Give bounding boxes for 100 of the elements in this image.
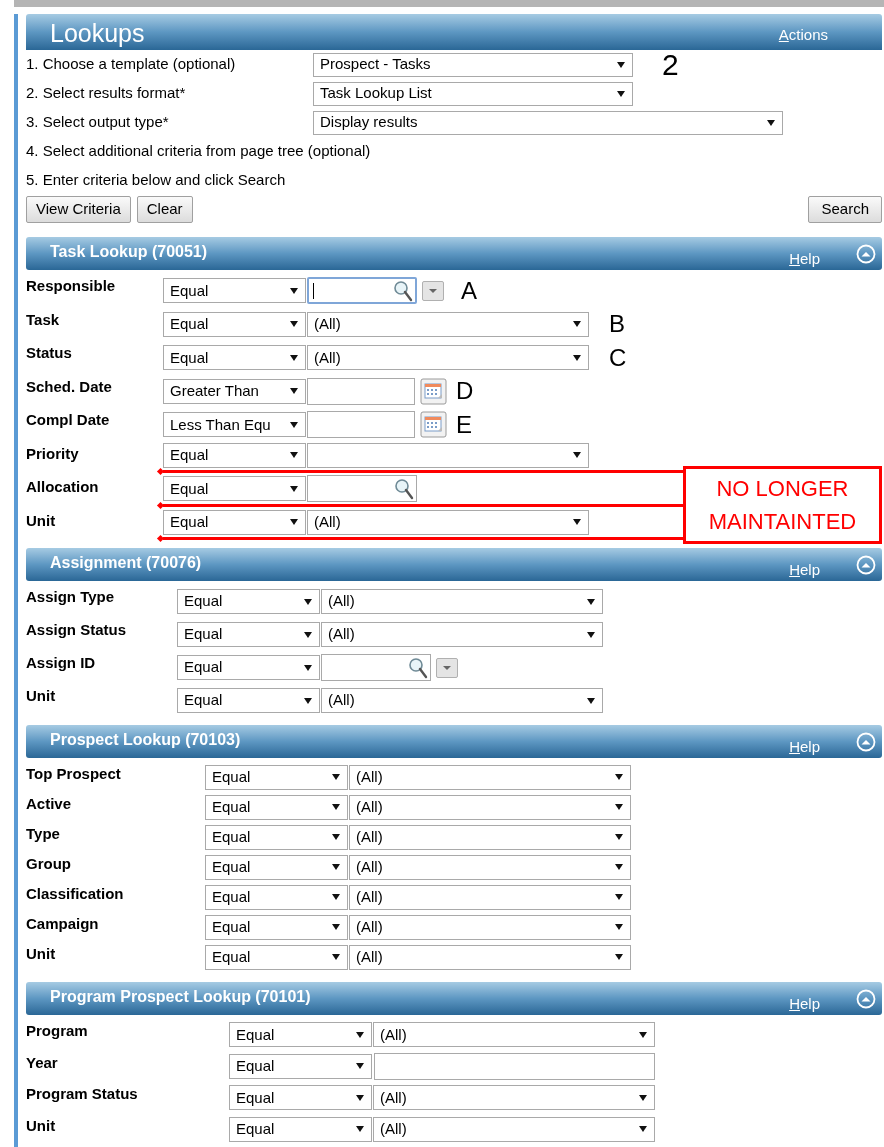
dropdown[interactable]: Equal <box>205 884 348 910</box>
dropdown[interactable]: Equal <box>205 824 348 850</box>
dropdown[interactable]: (All) <box>307 345 589 371</box>
step-label: 5. Enter criteria below and click Search <box>26 170 287 191</box>
field-label: Assign Type <box>26 587 116 607</box>
dropdown[interactable]: (All) <box>373 1022 655 1048</box>
dropdown[interactable]: Less Than Equ <box>163 412 306 438</box>
help-link[interactable]: Help <box>789 993 820 1016</box>
lookup-field[interactable] <box>321 654 431 681</box>
dropdown[interactable]: Equal <box>205 914 348 940</box>
button[interactable]: Clear <box>136 196 193 223</box>
dropdown[interactable]: Equal <box>163 442 306 468</box>
dropdown[interactable]: (All) <box>349 824 631 850</box>
menu-button[interactable] <box>422 280 444 301</box>
button[interactable]: View Criteria <box>26 196 131 223</box>
caret-icon <box>331 773 341 781</box>
dropdown[interactable]: Equal <box>205 794 348 820</box>
caret-icon <box>428 287 438 294</box>
help-link[interactable]: Help <box>789 736 820 759</box>
dropdown[interactable]: Equal <box>163 345 306 371</box>
caret-icon <box>331 923 341 931</box>
dropdown[interactable]: Equal <box>163 278 306 304</box>
dropdown[interactable]: Prospect - Tasks <box>313 52 633 77</box>
dropdown[interactable]: (All) <box>349 794 631 820</box>
section-title: Program Prospect Lookup (70101) <box>50 987 311 1007</box>
search-icon[interactable] <box>408 656 428 679</box>
caret-icon <box>289 353 299 362</box>
dropdown[interactable]: Equal <box>163 476 306 502</box>
search-icon[interactable] <box>393 279 413 302</box>
lookup-field[interactable] <box>307 277 417 305</box>
dropdown[interactable]: Equal <box>177 688 320 713</box>
dropdown[interactable]: (All) <box>349 884 631 910</box>
dropdown[interactable]: (All) <box>373 1085 655 1111</box>
caret-icon <box>355 1125 365 1134</box>
page-title: Lookups <box>50 18 145 49</box>
date-field[interactable] <box>307 377 415 405</box>
dropdown[interactable]: (All) <box>307 509 589 535</box>
calendar-icon[interactable] <box>420 377 447 405</box>
dropdown[interactable]: Equal <box>205 944 348 970</box>
caret-icon <box>638 1030 648 1039</box>
step-label: 2. Select results format* <box>26 83 187 104</box>
collapse-icon[interactable] <box>856 731 876 752</box>
input-field[interactable] <box>374 1052 655 1080</box>
actions-link[interactable]: Actions <box>778 23 828 46</box>
collapse-icon[interactable] <box>856 988 876 1009</box>
dropdown[interactable]: Equal <box>163 509 306 535</box>
dropdown[interactable]: (All) <box>349 914 631 940</box>
caret-icon <box>614 863 624 871</box>
dropdown[interactable]: (All) <box>349 944 631 970</box>
lookup-field[interactable] <box>307 475 417 503</box>
caret-icon <box>638 1093 648 1102</box>
annotation-letter: A <box>461 278 477 303</box>
field-label: Sched. Date <box>26 376 113 397</box>
field-label: Campaign <box>26 914 100 934</box>
dropdown[interactable]: (All) <box>307 311 589 337</box>
step-label: 3. Select output type* <box>26 112 170 133</box>
field-label: Year <box>26 1052 59 1073</box>
dropdown[interactable]: Equal <box>177 589 320 614</box>
dropdown[interactable]: Equal <box>229 1053 372 1079</box>
field-label: Task <box>26 309 61 330</box>
dropdown[interactable]: Equal <box>205 854 348 880</box>
dropdown[interactable]: Greater Than <box>163 378 306 404</box>
calendar-icon[interactable] <box>420 411 447 439</box>
dropdown[interactable]: (All) <box>321 622 603 647</box>
annotation-letter: E <box>456 412 472 437</box>
dropdown[interactable] <box>307 442 589 468</box>
dropdown[interactable]: Equal <box>205 764 348 790</box>
caret-icon <box>289 484 299 493</box>
caret-icon <box>616 89 626 98</box>
dropdown[interactable]: (All) <box>349 764 631 790</box>
caret-icon <box>586 597 596 606</box>
dropdown[interactable]: Equal <box>177 655 320 680</box>
dropdown[interactable]: Equal <box>229 1085 372 1111</box>
caret-icon <box>586 630 596 639</box>
dropdown[interactable]: Equal <box>163 311 306 337</box>
dropdown[interactable]: Task Lookup List <box>313 81 633 106</box>
search-icon[interactable] <box>394 477 414 500</box>
collapse-icon[interactable] <box>856 554 876 575</box>
dropdown[interactable]: Display results <box>313 110 783 135</box>
caret-icon <box>289 387 299 396</box>
caret-icon <box>289 420 299 429</box>
caret-icon <box>638 1125 648 1134</box>
caret-icon <box>572 320 582 329</box>
dropdown[interactable]: (All) <box>349 854 631 880</box>
caret-icon <box>616 60 626 69</box>
dropdown[interactable]: (All) <box>321 589 603 614</box>
help-link[interactable]: Help <box>789 248 820 271</box>
help-link[interactable]: Help <box>789 559 820 582</box>
dropdown[interactable]: Equal <box>177 622 320 647</box>
section-title: Task Lookup (70051) <box>50 242 208 262</box>
field-label: Unit <box>26 510 57 531</box>
caret-icon <box>303 630 313 639</box>
dropdown[interactable]: (All) <box>373 1116 655 1142</box>
date-field[interactable] <box>307 411 415 439</box>
dropdown[interactable]: (All) <box>321 688 603 713</box>
dropdown[interactable]: Equal <box>229 1022 372 1048</box>
menu-button[interactable] <box>436 657 458 678</box>
search-button[interactable]: Search <box>808 196 882 223</box>
collapse-icon[interactable] <box>856 243 876 264</box>
dropdown[interactable]: Equal <box>229 1116 372 1142</box>
